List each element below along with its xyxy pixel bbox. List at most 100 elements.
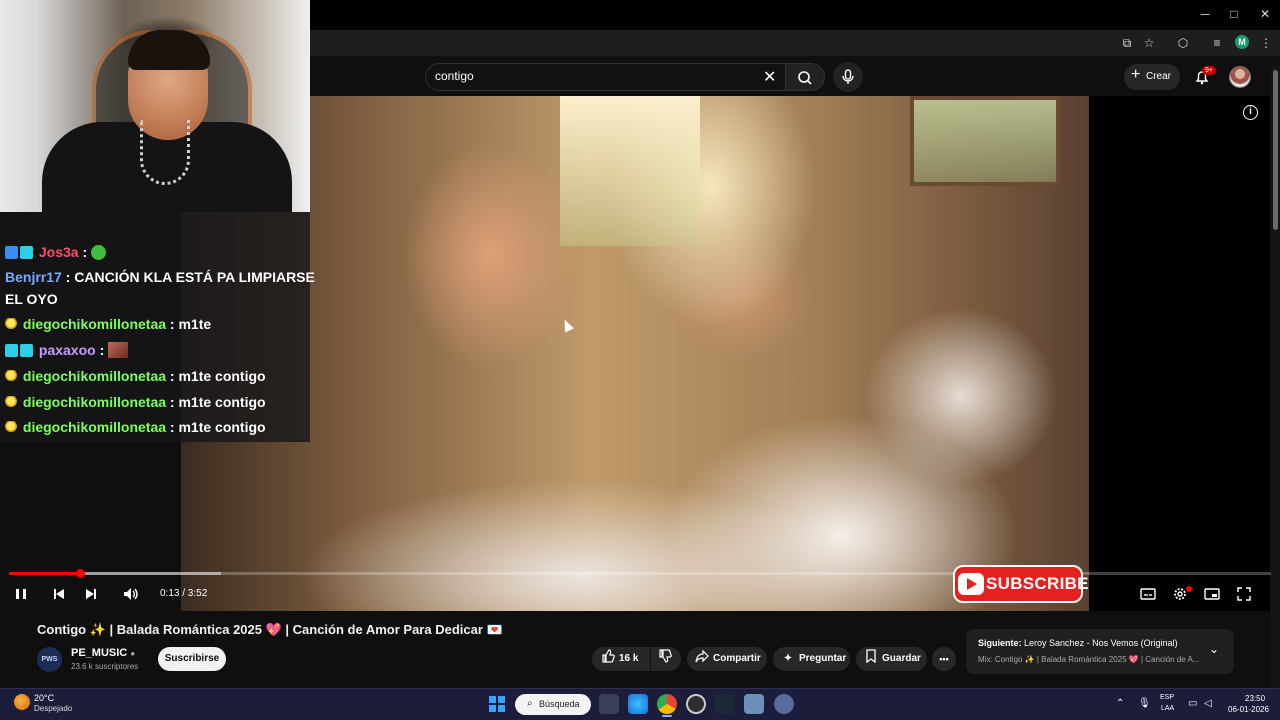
pause-button[interactable]	[12, 585, 30, 603]
clock-date[interactable]: 06-01-2026	[1228, 705, 1269, 714]
file-explorer-icon[interactable]	[744, 694, 764, 714]
thumbs-up-icon	[600, 647, 616, 671]
miniplayer-icon	[1204, 588, 1220, 600]
scrollbar-thumb[interactable]	[1273, 70, 1278, 230]
close-window-button[interactable]: ✕	[1250, 6, 1280, 22]
previous-icon	[54, 589, 64, 599]
active-app-indicator	[662, 715, 672, 717]
search-icon: ⌕	[527, 698, 533, 709]
task-view-icon[interactable]	[599, 694, 619, 714]
up-next-title[interactable]: Siguiente: Leroy Sanchez - Nos Vemos (Or…	[978, 638, 1178, 648]
save-button[interactable]: Guardar	[856, 647, 927, 671]
chat-text: :	[99, 342, 105, 358]
extensions-icon[interactable]: ⬡	[1174, 34, 1192, 52]
chevron-up-icon[interactable]: ⌃	[1116, 698, 1124, 709]
windows-start-icon[interactable]	[489, 696, 505, 712]
obs-icon[interactable]	[686, 694, 706, 714]
thumbs-down-icon	[659, 649, 672, 663]
progress-played	[9, 572, 80, 575]
verified-icon: ●	[130, 649, 136, 658]
browser-menu-icon[interactable]: ⋮	[1257, 34, 1275, 52]
lightbulb-badge-icon	[5, 370, 17, 383]
microphone-icon	[842, 69, 854, 84]
lightbulb-badge-icon	[5, 421, 17, 434]
chat-username: diegochikomillonetaa	[22, 394, 167, 410]
volume-button[interactable]	[122, 585, 140, 603]
ask-label: Preguntar	[799, 653, 847, 664]
steam-icon[interactable]	[715, 694, 735, 714]
search-icon	[798, 71, 812, 85]
language-indicator[interactable]: ESP	[1160, 694, 1174, 701]
network-icon[interactable]: ▭	[1188, 698, 1197, 709]
subscribe-overlay-text: SUBSCRIBE	[986, 574, 1089, 593]
video-title: Contigo ✨ | Balada Romántica 2025 💖 | Ca…	[37, 622, 503, 637]
previous-button[interactable]	[50, 585, 68, 603]
like-count: 16 k	[619, 653, 639, 664]
chat-message: diegochikomillonetaa : m1te contigo	[5, 368, 266, 384]
weather-description[interactable]: Despejado	[34, 704, 72, 713]
ask-button[interactable]: ✦ Preguntar	[773, 647, 850, 671]
chat-username: diegochikomillonetaa	[22, 316, 167, 332]
chat-message: diegochikomillonetaa : m1te contigo	[5, 419, 266, 435]
chat-username: diegochikomillonetaa	[22, 368, 167, 384]
keyboard-layout-indicator[interactable]: LAA	[1161, 705, 1174, 712]
chat-text: : m1te contigo	[169, 394, 266, 410]
media-controls-icon[interactable]: ≡	[1208, 34, 1226, 52]
microphone-tray-icon[interactable]: 🎙	[1138, 698, 1151, 709]
search-query[interactable]: contigo	[435, 69, 474, 83]
more-actions-button[interactable]: •••	[932, 647, 956, 671]
settings-app-icon[interactable]	[774, 694, 794, 714]
streamer-webcam	[0, 0, 310, 212]
up-next-panel[interactable]	[966, 629, 1234, 674]
voice-search-button[interactable]	[833, 62, 863, 92]
time-display: 0:13 / 3:52	[160, 588, 208, 599]
chat-username: paxaxoo	[38, 342, 96, 358]
channel-avatar[interactable]: PWS	[37, 647, 62, 672]
pause-icon	[16, 589, 26, 599]
subscribe-button[interactable]: Suscribirse	[158, 647, 226, 671]
subtitles-button[interactable]	[1139, 585, 1157, 603]
cast-icon[interactable]: ⧉	[1118, 34, 1136, 52]
search-input[interactable]	[425, 63, 787, 91]
chat-message: diegochikomillonetaa : m1te	[5, 316, 211, 332]
edge-icon[interactable]	[628, 694, 648, 714]
badge-icon	[5, 344, 18, 357]
dislike-button[interactable]	[651, 647, 681, 671]
like-button[interactable]: 16 k	[592, 647, 650, 671]
search-button[interactable]	[785, 63, 825, 91]
weather-icon[interactable]	[14, 694, 30, 710]
up-next-video: Leroy Sanchez - Nos Vemos (Original)	[1024, 638, 1178, 648]
fullscreen-icon	[1237, 587, 1251, 601]
up-next-playlist: Mix: Contigo ✨ | Balada Romántica 2025 💖…	[978, 655, 1200, 664]
plus-icon: +	[1131, 66, 1141, 83]
browser-profile-avatar[interactable]: M	[1235, 35, 1249, 49]
bookmark-star-icon[interactable]: ☆	[1140, 34, 1158, 52]
screen: ─ □ ✕ ⧉ ☆ ⬡ ≡ M ⋮ contigo ✕ Crear + 9+ i…	[0, 0, 1280, 720]
next-button[interactable]	[82, 585, 100, 603]
chat-text: : m1te contigo	[169, 368, 266, 384]
chrome-icon[interactable]	[657, 694, 677, 714]
channel-name-text[interactable]: PE_MUSIC	[71, 647, 127, 659]
chat-text: : CANCIÓN KLA ESTÁ PA LIMPIARSE	[65, 269, 315, 285]
account-avatar[interactable]	[1229, 66, 1251, 88]
miniplayer-button[interactable]	[1203, 585, 1221, 603]
weather-temperature[interactable]: 20°C	[34, 693, 54, 703]
subscriber-count: 23.6 k suscriptores	[71, 662, 139, 671]
video-window-light	[560, 96, 700, 246]
share-button[interactable]: Compartir	[687, 647, 767, 671]
maximize-button[interactable]: □	[1219, 6, 1249, 22]
speaker-icon[interactable]: ◁	[1204, 698, 1212, 709]
info-icon[interactable]: i	[1243, 105, 1258, 120]
close-icon[interactable]: ✕	[763, 67, 776, 87]
chat-username: Benjrr17	[5, 269, 62, 285]
chevron-down-icon[interactable]: ⌄	[1209, 642, 1219, 656]
emote-icon	[108, 342, 129, 358]
fullscreen-button[interactable]	[1235, 585, 1253, 603]
chat-message: diegochikomillonetaa : m1te contigo	[5, 394, 266, 410]
streamer-chain	[140, 120, 190, 185]
progress-scrubber[interactable]	[75, 569, 85, 578]
channel-name[interactable]: PE_MUSIC ●	[71, 647, 135, 659]
hd-badge	[1186, 586, 1192, 592]
clock-time[interactable]: 23:50	[1245, 694, 1265, 703]
minimize-button[interactable]: ─	[1190, 6, 1220, 22]
